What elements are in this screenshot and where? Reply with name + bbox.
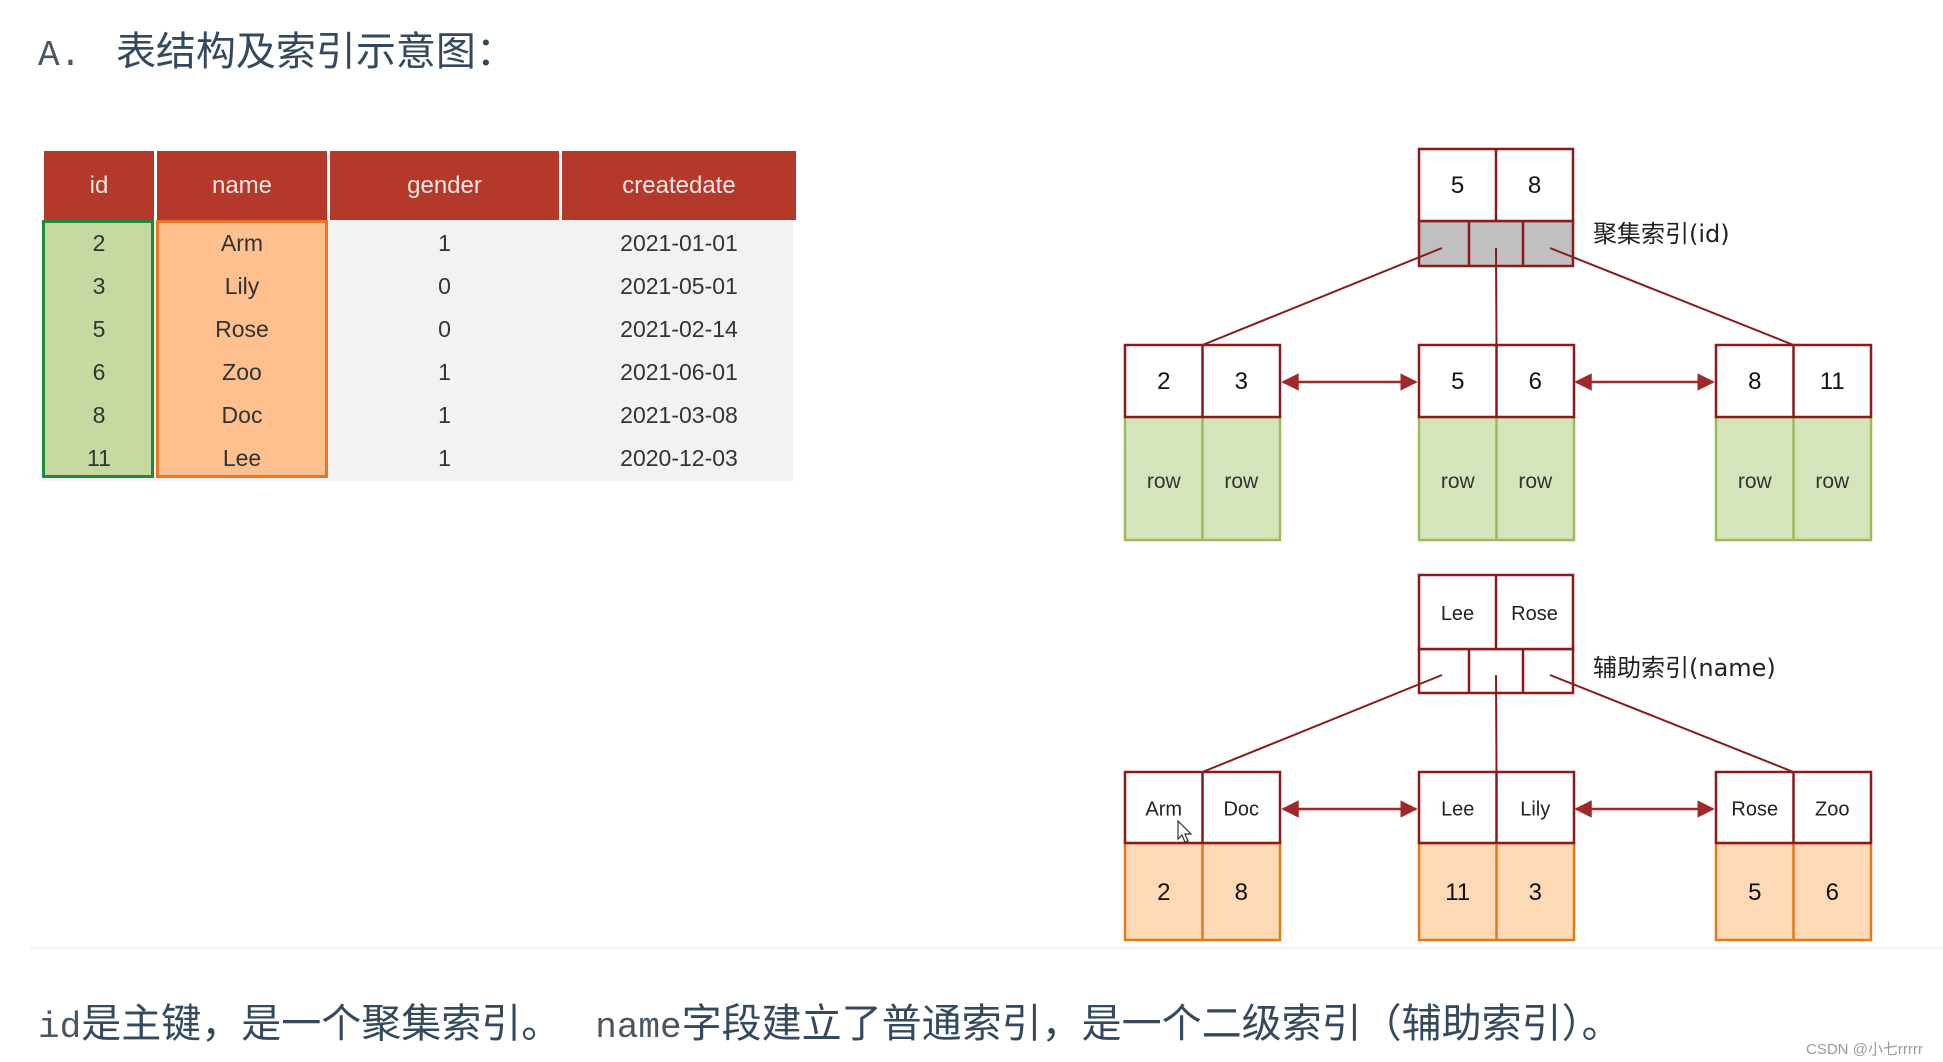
leaf-key: 8 <box>1748 368 1761 395</box>
leaf-value: row <box>1738 470 1773 493</box>
leaf-node: Arm Doc 2 8 <box>1123 674 1443 942</box>
footer-name-code: name <box>595 1007 682 1048</box>
leaf-node: Lee Lily 11 3 <box>1417 674 1576 942</box>
leaf-value: row <box>1815 470 1850 493</box>
leaf-value: 5 <box>1748 879 1761 906</box>
tree-edge <box>1202 247 1443 346</box>
tree-edge <box>1549 674 1794 773</box>
leaf-key: Zoo <box>1815 799 1849 821</box>
tree-edge <box>1549 247 1794 346</box>
index-diagram: 5 8 2 3 row row 5 6 row row 8 11 row row Lee Rose Arm Do… <box>1123 147 1873 942</box>
leaf-node: 8 11 row row <box>1549 247 1873 542</box>
leaf-key: 3 <box>1235 368 1248 395</box>
tree-edge <box>1495 674 1498 773</box>
leaf-value: row <box>1441 470 1476 493</box>
leaf-value: row <box>1147 470 1182 493</box>
leaf-value: row <box>1518 470 1553 493</box>
leaf-value: 11 <box>1445 879 1470 906</box>
tree-edge <box>1202 674 1443 773</box>
footer-description: id是主键，是一个聚集索引。 name字段建立了普通索引，是一个二级索引（辅助索引… <box>38 998 1622 1054</box>
leaf-value: 3 <box>1529 879 1542 906</box>
leaf-key: Rose <box>1731 799 1778 821</box>
leaf-value: 6 <box>1826 879 1839 906</box>
leaf-key: Arm <box>1145 799 1182 821</box>
leaf-key: 6 <box>1529 368 1542 395</box>
root-key: 5 <box>1451 172 1464 199</box>
leaf-key: Doc <box>1223 799 1259 821</box>
leaf-key: 2 <box>1157 368 1170 395</box>
footer-sentence-2: 字段建立了普通索引，是一个二级索引（辅助索引）。 <box>681 1001 1622 1047</box>
leaf-value: 2 <box>1157 879 1170 906</box>
leaf-key: Lee <box>1441 799 1474 821</box>
footer-sentence-1: 是主键，是一个聚集索引。 <box>81 1001 562 1047</box>
root-key: Lee <box>1441 603 1474 625</box>
secondary-index-tree: Lee Rose Arm Doc 2 8 Lee Lily 11 3 Rose Zoo 5 6 <box>1123 573 1873 942</box>
leaf-key: Lily <box>1520 799 1550 821</box>
leaf-node: 2 3 row row <box>1123 247 1443 542</box>
root-key: Rose <box>1511 603 1558 625</box>
clustered-index-tree: 5 8 2 3 row row 5 6 row row 8 11 row row <box>1123 147 1873 542</box>
leaf-value: row <box>1224 470 1259 493</box>
leaf-value: 8 <box>1235 879 1248 906</box>
footer-id-code: id <box>38 1007 82 1048</box>
root-key: 8 <box>1528 172 1541 199</box>
tree-edge <box>1495 247 1498 346</box>
mouse-cursor-icon <box>1177 820 1193 843</box>
leaf-key: 11 <box>1820 368 1845 395</box>
leaf-node: Rose Zoo 5 6 <box>1549 674 1873 942</box>
watermark: CSDN @小七rrrrr <box>1806 1041 1923 1058</box>
clustered-index-label: 聚集索引(id) <box>1593 220 1730 248</box>
leaf-key: 5 <box>1451 368 1464 395</box>
leaf-node: 5 6 row row <box>1417 247 1576 542</box>
secondary-index-label: 辅助索引(name) <box>1593 654 1776 682</box>
